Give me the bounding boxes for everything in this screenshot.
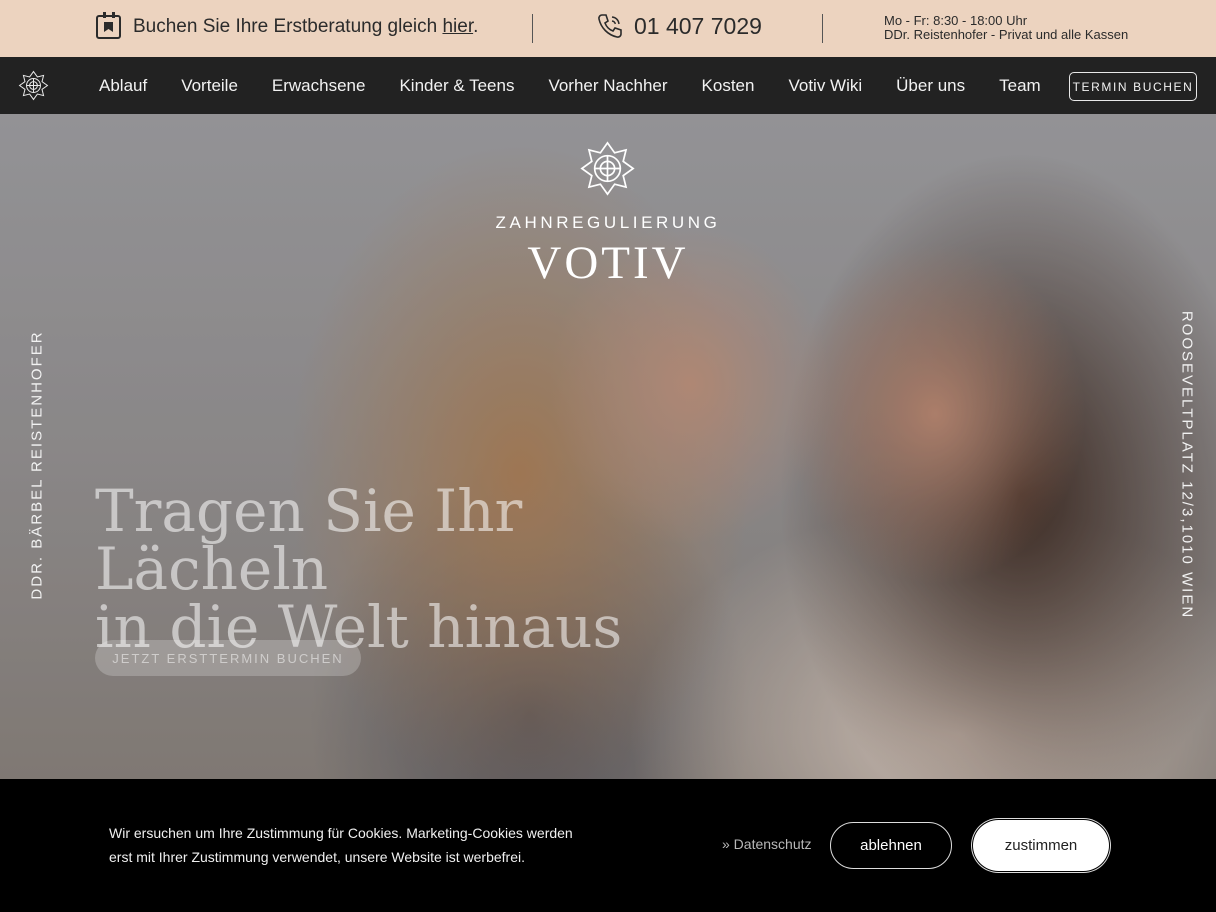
hours-text: Mo - Fr: 8:30 - 18:00 Uhr: [884, 13, 1028, 28]
side-text-address: ROOSEVELTPLATZ 12/3,1010 WIEN: [1178, 310, 1196, 620]
hero-headline: Tragen Sie Ihr Lächeln in die Welt hinau…: [95, 482, 735, 656]
nav-item-ueber-uns[interactable]: Über uns: [879, 76, 982, 96]
nav-item-erwachsene[interactable]: Erwachsene: [255, 76, 383, 96]
accept-button[interactable]: zustimmen: [973, 820, 1109, 871]
termin-buchen-button[interactable]: TERMIN BUCHEN: [1069, 72, 1197, 101]
phone-icon: [598, 14, 622, 38]
cookie-banner: Wir ersuchen um Ihre Zustimmung für Cook…: [0, 779, 1216, 912]
ersttermin-button[interactable]: JETZT ERSTTERMIN BUCHEN: [95, 640, 361, 676]
calendar-icon: [96, 12, 121, 39]
nav-item-vorteile[interactable]: Vorteile: [164, 76, 255, 96]
booking-notice: Buchen Sie Ihre Erstberatung gleich hier…: [96, 12, 479, 39]
booking-link[interactable]: hier: [442, 16, 473, 37]
nav-item-team[interactable]: Team: [982, 76, 1058, 96]
practice-text: DDr. Reistenhofer - Privat und alle Kass…: [884, 27, 1129, 42]
booking-text: Buchen Sie Ihre Erstberatung gleich hier…: [133, 16, 479, 37]
logo-emblem-icon[interactable]: [18, 70, 49, 101]
phone-link[interactable]: 01 407 7029: [596, 12, 762, 40]
nav-item-ablauf[interactable]: Ablauf: [82, 76, 164, 96]
headline-line: Tragen Sie Ihr Lächeln: [95, 477, 523, 603]
top-info-bar: Buchen Sie Ihre Erstberatung gleich hier…: [0, 0, 1216, 57]
phone-number: 01 407 7029: [634, 12, 762, 39]
brand-subtitle: ZAHNREGULIERUNG: [495, 213, 721, 232]
nav-item-kinder-teens[interactable]: Kinder & Teens: [382, 76, 531, 96]
logo-emblem-icon: [580, 141, 635, 196]
decline-button[interactable]: ablehnen: [830, 822, 952, 869]
nav-item-votiv-wiki[interactable]: Votiv Wiki: [771, 76, 879, 96]
main-nav: Ablauf Vorteile Erwachsene Kinder & Teen…: [0, 57, 1216, 114]
hero-section: ZAHNREGULIERUNG VOTIV Tragen Sie Ihr Läc…: [0, 114, 1216, 779]
divider: [532, 14, 533, 43]
nav-item-vorher-nachher[interactable]: Vorher Nachher: [531, 76, 684, 96]
side-text-doctor: DDR. BÄRBEL REISTENHOFER: [28, 330, 46, 600]
divider: [822, 14, 823, 43]
brand-name: VOTIV: [527, 237, 689, 289]
privacy-link[interactable]: » Datenschutz: [722, 836, 812, 852]
nav-links: Ablauf Vorteile Erwachsene Kinder & Teen…: [82, 57, 1058, 114]
nav-item-kosten[interactable]: Kosten: [685, 76, 772, 96]
cookie-text: Wir ersuchen um Ihre Zustimmung für Cook…: [109, 825, 573, 865]
opening-hours: Mo - Fr: 8:30 - 18:00 Uhr DDr. Reistenho…: [884, 14, 1128, 42]
